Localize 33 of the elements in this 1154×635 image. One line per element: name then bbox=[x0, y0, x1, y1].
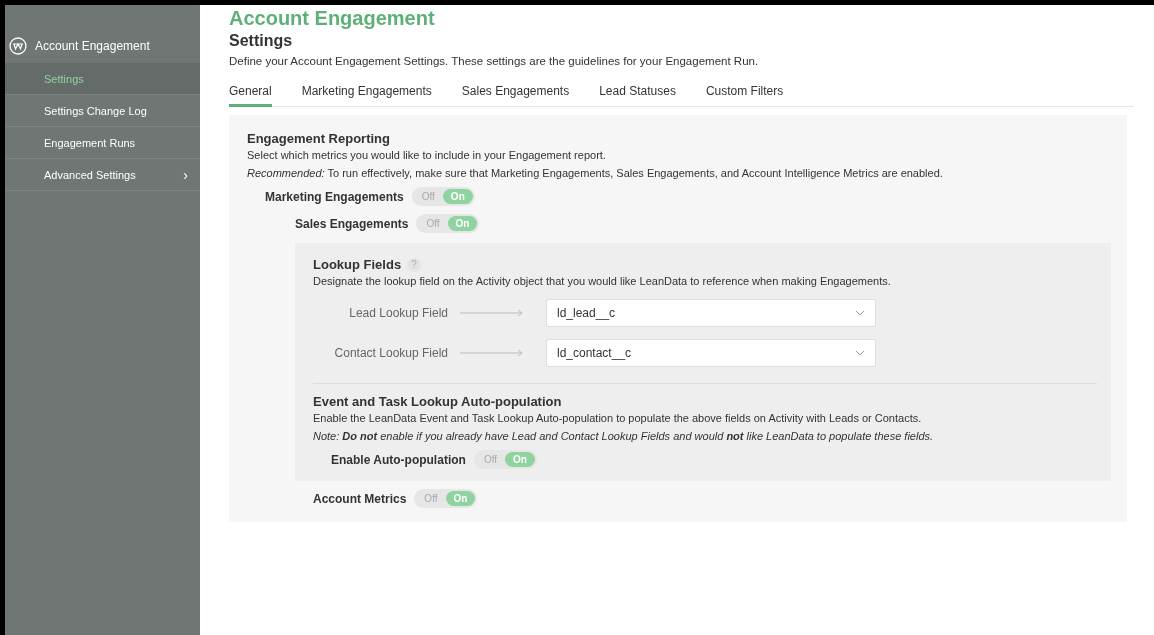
tab[interactable]: Marketing Engagements bbox=[301, 80, 432, 107]
field-label: Lead Lookup Field bbox=[348, 306, 448, 320]
sidebar-item[interactable]: Advanced Settings › bbox=[5, 159, 200, 191]
section-description: Designate the lookup field on the Activity object that you would like LeanData to reference when making Engagements. bbox=[313, 275, 892, 287]
toggle-label: Marketing Engagements bbox=[265, 189, 404, 204]
section-title: Event and Task Lookup Auto-population bbox=[313, 394, 563, 409]
sidebar-item[interactable]: Settings Change Log bbox=[5, 95, 200, 127]
tab[interactable]: General bbox=[229, 80, 272, 107]
chevron-icon: › bbox=[183, 166, 188, 183]
dropdown-field[interactable]: ld_lead__c bbox=[546, 299, 876, 327]
toggle-label: Account Metrics bbox=[313, 491, 407, 506]
page-subtitle: Settings bbox=[229, 31, 294, 51]
section-description: Enable the LeanData Event and Task Lookup Auto-population to populate the above fields on Activity with Leads or Contacts. bbox=[313, 412, 923, 424]
sidebar-title: Account Engagement bbox=[35, 39, 150, 53]
tab[interactable]: Custom Filters bbox=[705, 80, 784, 107]
sidebar-item[interactable]: Engagement Runs bbox=[5, 127, 200, 159]
toggle-label: Enable Auto-population bbox=[331, 452, 466, 467]
sidebar-item[interactable]: Settings bbox=[5, 63, 200, 95]
page-description: Define your Account Engagement Settings. These settings are the guidelines for your Engagement Run. bbox=[229, 55, 760, 67]
field-label: Contact Lookup Field bbox=[333, 346, 448, 360]
dropdown-field[interactable]: ld_contact__c bbox=[546, 339, 876, 367]
tab[interactable]: Sales Engagements bbox=[461, 80, 570, 107]
page-title: Account Engagement bbox=[229, 6, 436, 31]
chevron-down-icon bbox=[855, 350, 865, 356]
note-text: Note: Do not enable if you already have Lead and Contact Lookup Fields and would not like LeanData to populate these fields. bbox=[313, 430, 935, 442]
section-description: Select which metrics you would like to include in your Engagement report. bbox=[247, 149, 607, 161]
recommendation-text: Recommended: To run effectively, make sure that Marketing Engagements, Sales Engagements, and Account Intelligence Metrics are enabled. bbox=[247, 167, 944, 179]
section-title: Lookup Fields bbox=[313, 257, 402, 272]
section-title: Engagement Reporting bbox=[247, 131, 391, 146]
tab[interactable]: Lead Statuses bbox=[599, 80, 676, 107]
chevron-down-icon bbox=[855, 310, 865, 316]
logo-icon bbox=[9, 37, 27, 55]
toggle-label: Sales Engagements bbox=[295, 216, 409, 231]
